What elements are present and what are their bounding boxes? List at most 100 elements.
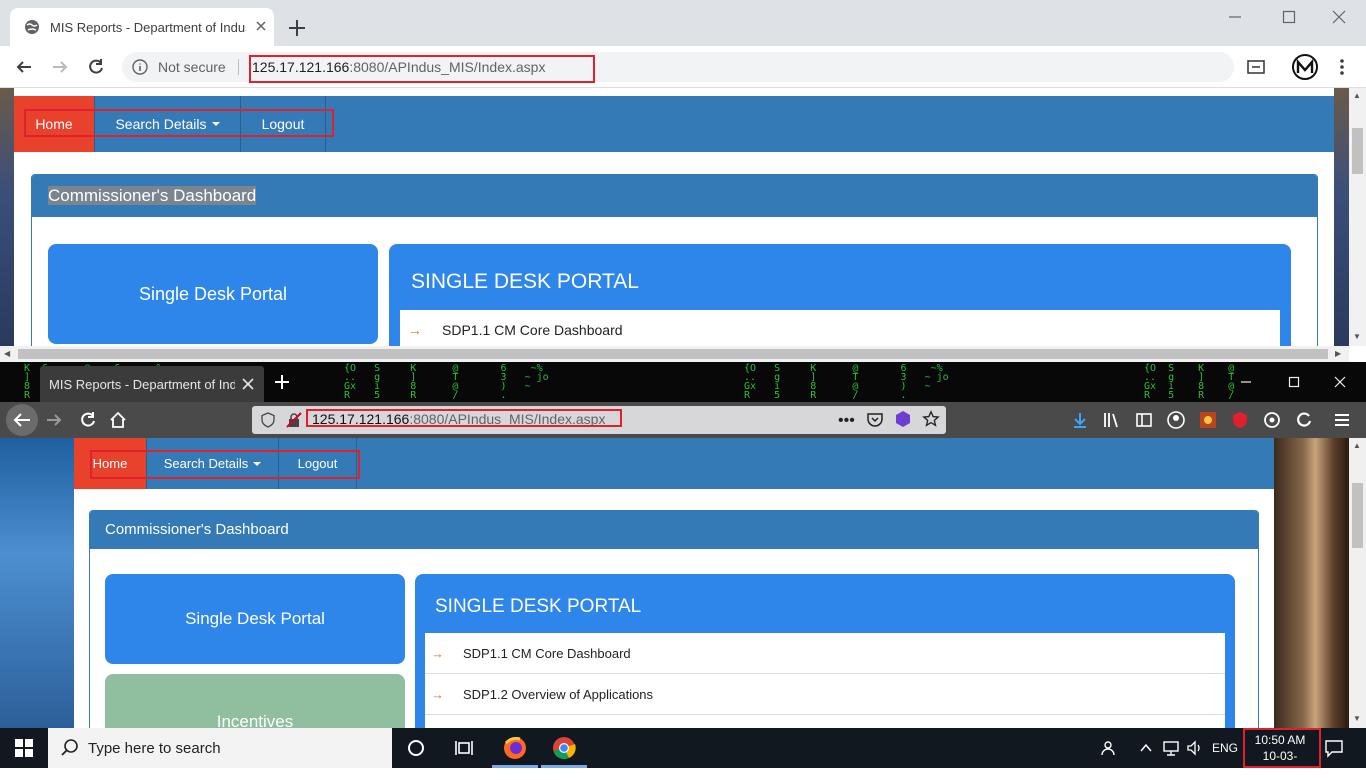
scroll-right-icon[interactable]: ▶	[1335, 349, 1341, 358]
scroll-left-icon[interactable]: ◀	[4, 349, 10, 358]
network-icon[interactable]	[1162, 739, 1180, 757]
maximize-icon[interactable]	[1286, 374, 1302, 390]
chrome-window: MIS Reports - Department of Industries	[0, 0, 1366, 362]
page-actions-icon[interactable]: •••	[838, 412, 855, 430]
bookmark-star-icon[interactable]	[922, 410, 940, 428]
scroll-down-icon[interactable]: ▼	[1353, 714, 1361, 723]
language-indicator[interactable]: ENG	[1212, 741, 1238, 755]
scroll-up-icon[interactable]: ▲	[1353, 91, 1361, 100]
chrome-viewport: Home Search Details Logout Commissioner'…	[0, 88, 1349, 346]
single-desk-portal-tile[interactable]: Single Desk Portal	[48, 244, 378, 344]
forward-icon[interactable]	[50, 57, 70, 77]
chrome-horizontal-scrollbar[interactable]: ◀ ▶	[0, 346, 1349, 362]
not-secure-label[interactable]: Not secure	[158, 59, 226, 75]
chrome-tabstrip: MIS Reports - Department of Industries	[0, 0, 1366, 46]
arrow-right-icon: →	[431, 686, 444, 702]
minimize-icon[interactable]	[1238, 374, 1254, 390]
sdp-list: → SDP1.1 CM Core Dashboard	[400, 310, 1280, 346]
scroll-thumb[interactable]	[1352, 483, 1363, 548]
chrome-vertical-scrollbar[interactable]: ▲ ▼	[1349, 88, 1366, 346]
sdp-list: → SDP1.1 CM Core Dashboard → SDP1.2 Over…	[425, 633, 1225, 728]
download-icon[interactable]	[1070, 410, 1090, 430]
panel-heading: Commissioner's Dashboard	[32, 175, 1317, 217]
pocket-icon[interactable]	[866, 410, 884, 428]
account-icon[interactable]	[1166, 410, 1186, 430]
settings-extension-icon[interactable]	[1262, 410, 1282, 430]
scroll-thumb[interactable]	[1352, 128, 1363, 174]
hamburger-menu-icon[interactable]	[1332, 410, 1352, 430]
insecure-lock-icon[interactable]	[286, 412, 302, 428]
windows-start-icon[interactable]	[14, 738, 34, 758]
hscroll-thumb[interactable]	[18, 349, 1328, 359]
chrome-tab[interactable]: MIS Reports - Department of Industries	[10, 8, 274, 46]
close-window-icon[interactable]	[1332, 374, 1348, 390]
menu-kebab-icon[interactable]	[1332, 57, 1352, 77]
dashboard-panel: Commissioner's Dashboard Single Desk Por…	[89, 510, 1259, 728]
nav-highlight-box	[24, 109, 334, 137]
web-page: Home Search Details Logout Commissioner'…	[74, 438, 1274, 728]
single-desk-portal-tile[interactable]: Single Desk Portal	[105, 574, 405, 664]
url-highlight-box	[249, 55, 595, 83]
home-icon[interactable]	[108, 410, 128, 430]
cube-extension-icon[interactable]	[894, 410, 912, 428]
shield-extension-icon[interactable]	[1230, 410, 1250, 430]
clock-highlight-box	[1243, 728, 1321, 768]
sdp-box: SINGLE DESK PORTAL → SDP1.1 CM Core Dash…	[389, 244, 1291, 346]
firefox-tab[interactable]: MIS Reports - Department of Industries	[40, 366, 264, 402]
firefox-viewport: Home Search Details Logout Commissioner'…	[0, 438, 1349, 728]
sdp-item[interactable]: → SDP1.2 Overview of Applications	[425, 674, 1225, 715]
dashboard-panel: Commissioner's Dashboard Single Desk Por…	[31, 174, 1318, 346]
scroll-up-icon[interactable]: ▲	[1353, 441, 1361, 450]
chrome-taskbar-icon[interactable]	[551, 735, 577, 761]
cortana-icon[interactable]	[406, 738, 426, 758]
arrow-right-icon: →	[408, 321, 422, 338]
omnibox-divider	[238, 59, 239, 75]
notification-icon[interactable]	[1324, 738, 1344, 758]
web-page: Home Search Details Logout Commissioner'…	[14, 88, 1334, 346]
new-tab-icon[interactable]	[286, 17, 308, 39]
shield-icon[interactable]	[260, 412, 276, 428]
back-icon[interactable]	[14, 57, 34, 77]
chrome-tab-title: MIS Reports - Department of Industries	[50, 20, 246, 35]
panel-title: Commissioner's Dashboard	[105, 521, 289, 538]
url-highlight-box	[306, 409, 622, 427]
task-view-icon[interactable]	[454, 738, 474, 758]
sdp-box: SINGLE DESK PORTAL → SDP1.1 CM Core Dash…	[415, 574, 1235, 728]
back-button[interactable]	[6, 404, 38, 436]
maximize-icon[interactable]	[1280, 8, 1298, 26]
sdp-item[interactable]: → SDP1.1 CM Core Dashboard	[425, 633, 1225, 674]
forward-icon[interactable]	[44, 410, 64, 430]
sync-icon[interactable]	[1294, 410, 1314, 430]
firefox-taskbar-icon[interactable]	[502, 735, 528, 761]
panel-title: Commissioner's Dashboard	[48, 186, 257, 205]
profile-avatar-icon[interactable]	[1292, 54, 1318, 80]
chevron-up-icon[interactable]	[1138, 740, 1154, 756]
reload-icon[interactable]	[86, 57, 106, 77]
taskbar-search-box[interactable]: Type here to search	[48, 728, 392, 768]
sidebar-icon[interactable]	[1134, 410, 1154, 430]
firefox-window: K 6 ~ @ 6 ~% ] & = T 3 jo 8 = C > ) ~ . …	[0, 362, 1366, 728]
globe-icon	[24, 19, 40, 35]
panel-heading: Commissioner's Dashboard	[90, 511, 1258, 549]
firefox-tab-title: MIS Reports - Department of Industries	[49, 377, 235, 392]
sdp-item[interactable]: → SDP1.1 CM Core Dashboard	[400, 310, 1280, 346]
scroll-down-icon[interactable]: ▼	[1353, 332, 1361, 341]
close-tab-icon[interactable]	[241, 377, 255, 391]
minimize-icon[interactable]	[1226, 8, 1244, 26]
arrow-right-icon: →	[431, 645, 444, 661]
background-image	[1274, 438, 1349, 728]
firefox-vertical-scrollbar[interactable]: ▲ ▼	[1349, 438, 1366, 728]
cast-icon[interactable]	[1246, 57, 1266, 77]
nav-highlight-box	[90, 450, 360, 479]
people-icon[interactable]	[1100, 738, 1120, 758]
library-icon[interactable]	[1102, 410, 1122, 430]
search-icon	[60, 738, 80, 758]
extension-icon[interactable]	[1198, 410, 1218, 430]
close-tab-icon[interactable]	[254, 19, 268, 33]
incentives-tile[interactable]: Incentives	[105, 674, 405, 728]
reload-icon[interactable]	[78, 410, 98, 430]
close-window-icon[interactable]	[1330, 8, 1348, 26]
new-tab-icon[interactable]	[272, 372, 292, 392]
volume-icon[interactable]	[1186, 739, 1204, 757]
info-icon[interactable]	[132, 59, 148, 75]
